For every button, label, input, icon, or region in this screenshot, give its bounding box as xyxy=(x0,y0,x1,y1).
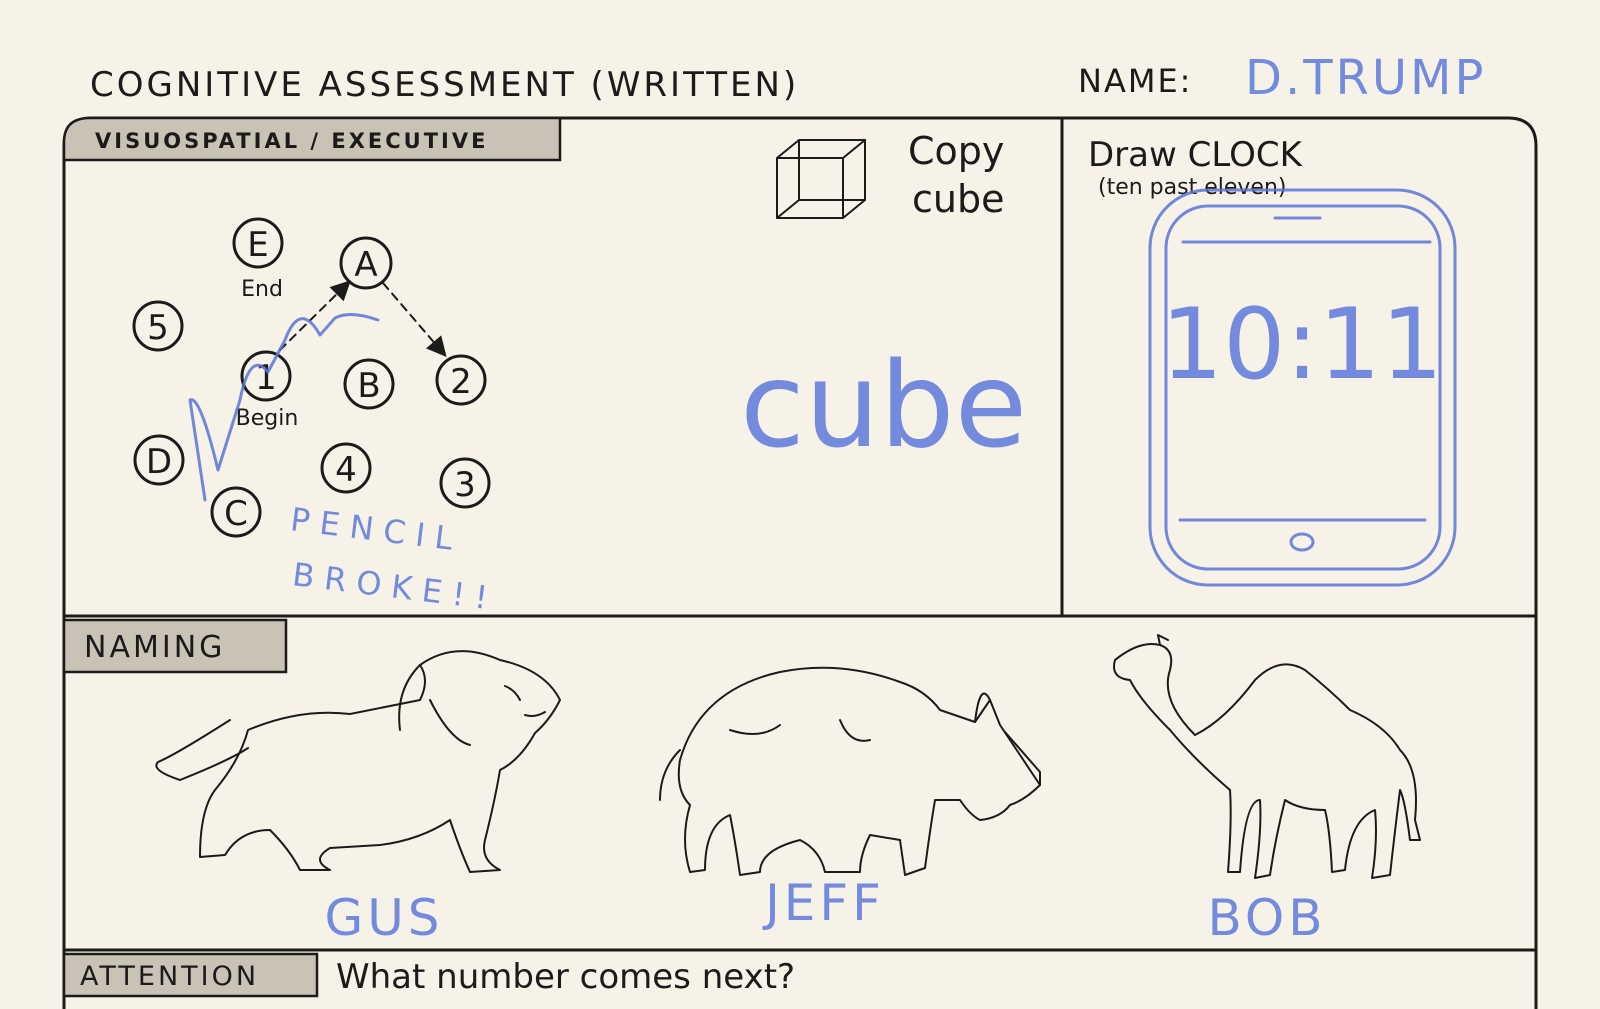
trail-making-test: E A 5 1 B 2 D 4 3 C End Begin PENCIL BRO… xyxy=(132,217,500,618)
cube-answer: cube xyxy=(740,336,1027,474)
trail-node-b: B xyxy=(343,358,395,410)
clock-subprompt: (ten past eleven) xyxy=(1098,175,1286,200)
svg-text:B: B xyxy=(357,366,380,406)
trail-node-4: 4 xyxy=(320,442,372,494)
pencil-note-line2: BROKE!! xyxy=(290,555,499,618)
rhino-answer: JEFF xyxy=(762,874,885,932)
svg-text:A: A xyxy=(354,245,377,285)
visuospatial-section-label: VISUOSPATIAL / EXECUTIVE xyxy=(95,129,488,153)
trail-node-2: 2 xyxy=(435,354,487,406)
trail-node-1: 1 xyxy=(240,350,292,402)
svg-text:D: D xyxy=(146,442,172,482)
lion-icon xyxy=(155,650,561,873)
page-title: COGNITIVE ASSESSMENT (WRITTEN) xyxy=(90,65,799,105)
clock-prompt: Draw CLOCK xyxy=(1088,135,1304,175)
camel-answer: BOB xyxy=(1207,889,1326,947)
camel-icon xyxy=(1113,634,1421,879)
clock-answer: 10:11 xyxy=(1161,288,1443,402)
svg-text:2: 2 xyxy=(450,362,472,402)
trail-node-e: E xyxy=(232,217,284,269)
cube-icon xyxy=(776,139,866,219)
naming-section-tab: NAMING xyxy=(62,618,288,674)
svg-text:4: 4 xyxy=(335,450,357,490)
lion-answer: GUS xyxy=(324,889,443,947)
cube-prompt-line2: cube xyxy=(912,177,1004,221)
attention-section-tab: ATTENTION xyxy=(62,952,319,998)
svg-text:5: 5 xyxy=(147,308,169,348)
name-value: D.TRUMP xyxy=(1245,50,1486,106)
trail-node-3: 3 xyxy=(439,457,491,509)
pencil-note-line1: PENCIL xyxy=(288,500,464,559)
trail-arrow-a-to-2 xyxy=(382,282,447,358)
attention-section-label: ATTENTION xyxy=(80,961,259,992)
trail-node-5: 5 xyxy=(132,300,184,352)
name-label: NAME: xyxy=(1078,62,1192,100)
cube-prompt-line1: Copy xyxy=(908,129,1004,173)
trail-node-c: C xyxy=(210,486,262,538)
trail-end-label: End xyxy=(241,277,283,302)
trail-begin-label: Begin xyxy=(236,406,299,431)
rhino-icon xyxy=(659,666,1041,876)
naming-section-label: NAMING xyxy=(84,630,225,665)
assessment-sheet: COGNITIVE ASSESSMENT (WRITTEN) NAME: D.T… xyxy=(62,50,1538,1009)
svg-text:E: E xyxy=(247,225,268,265)
trail-node-d: D xyxy=(133,434,185,486)
svg-text:C: C xyxy=(224,494,248,534)
trail-node-a: A xyxy=(339,236,393,290)
svg-text:3: 3 xyxy=(454,465,476,505)
visuospatial-section-tab: VISUOSPATIAL / EXECUTIVE xyxy=(62,116,562,162)
attention-prompt: What number comes next? xyxy=(336,957,795,997)
